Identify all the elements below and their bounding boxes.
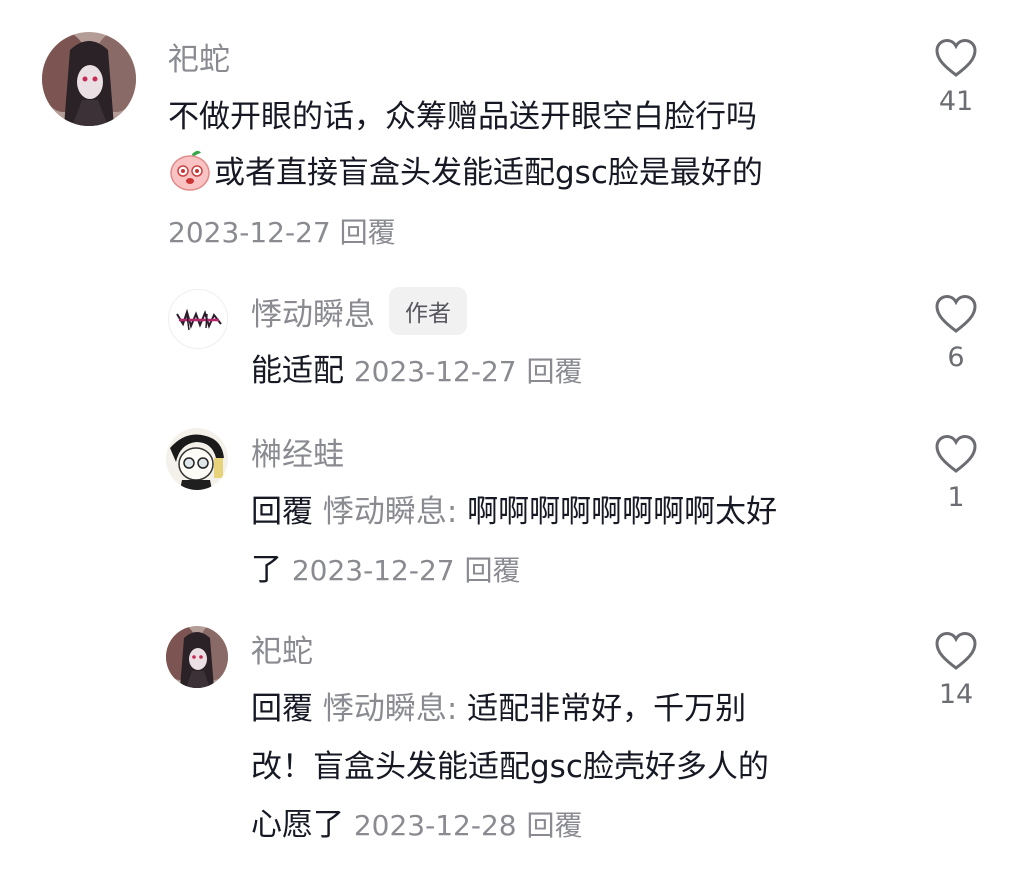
comment-text-line-wrap: 能适配 2023-12-27 回覆 — [251, 343, 582, 400]
comment-3-header: 榊经蛙 — [251, 428, 344, 474]
reply-prefix: 回覆 — [251, 691, 313, 727]
comment-meta: 2023-12-27 回覆 — [168, 205, 763, 261]
comment-text-line: 了 — [251, 552, 282, 588]
reply-button[interactable]: 回覆 — [526, 355, 582, 388]
comment-text-line: 啊啊啊啊啊啊啊啊太好 — [467, 494, 778, 530]
comment-4-header: 祀蛇 — [251, 625, 313, 671]
comment-date: 2023-12-28 — [353, 809, 517, 842]
reply-target-username[interactable]: 悸动瞬息: — [323, 691, 457, 727]
peach-face-emoji-icon — [168, 148, 212, 192]
comment-3-text: 回覆 悸动瞬息: 啊啊啊啊啊啊啊啊太好 了 2023-12-27 回覆 — [251, 483, 777, 600]
reply-button[interactable]: 回覆 — [340, 216, 396, 249]
like-button[interactable]: 14 — [916, 631, 996, 710]
comment-text-line-3-wrap: 心愿了 2023-12-28 回覆 — [251, 796, 769, 855]
comment-date: 2023-12-27 — [168, 216, 331, 249]
like-button[interactable]: 6 — [916, 294, 996, 373]
like-count: 14 — [938, 679, 974, 710]
heart-outline-icon — [935, 38, 977, 77]
comment-1-text: 不做开眼的话，众筹赠品送开眼空白脸行吗 或者直接盲盒头发能适配gsc脸是最好的 … — [168, 89, 763, 261]
like-button[interactable]: 1 — [916, 434, 996, 513]
reply-target-username[interactable]: 悸动瞬息: — [323, 494, 457, 530]
like-button[interactable]: 41 — [916, 38, 996, 117]
comment-4-text: 回覆 悸动瞬息: 适配非常好，千万别 改！盲盒头发能适配gsc脸壳好多人的 心愿… — [251, 680, 769, 855]
comment-text-line: 或者直接盲盒头发能适配gsc脸是最好的 — [214, 155, 763, 191]
username[interactable]: 悸动瞬息 — [251, 289, 375, 334]
comment-text-line: 适配非常好，千万别 — [467, 691, 747, 727]
comment-text: 能适配 — [251, 353, 344, 389]
like-count: 41 — [938, 86, 974, 117]
comment-text-line-2-wrap: 了 2023-12-27 回覆 — [251, 541, 777, 600]
username[interactable]: 祀蛇 — [251, 626, 313, 671]
comment-text-line-wrap: 回覆 悸动瞬息: 适配非常好，千万别 — [251, 680, 769, 738]
comment-1-header: 祀蛇 — [168, 34, 230, 78]
like-count: 6 — [947, 342, 965, 373]
author-badge: 作者 — [389, 287, 467, 335]
comment-2-header: 悸动瞬息 作者 — [251, 287, 467, 335]
avatar[interactable] — [168, 289, 228, 349]
username[interactable]: 祀蛇 — [168, 34, 230, 79]
comment-text-line: 心愿了 — [251, 807, 344, 843]
comment-2-text: 能适配 2023-12-27 回覆 — [251, 343, 582, 400]
comment-text-line: 改！盲盒头发能适配gsc脸壳好多人的 — [251, 749, 769, 785]
comment-text-line-2-wrap: 或者直接盲盒头发能适配gsc脸是最好的 — [168, 145, 763, 201]
reply-button[interactable]: 回覆 — [464, 554, 520, 587]
like-count: 1 — [947, 482, 965, 513]
reply-button[interactable]: 回覆 — [526, 809, 582, 842]
comment-date: 2023-12-27 — [353, 355, 517, 388]
reply-prefix: 回覆 — [251, 494, 313, 530]
heart-outline-icon — [935, 434, 977, 473]
comment-text-line: 不做开眼的话，众筹赠品送开眼空白脸行吗 — [168, 99, 757, 135]
avatar[interactable] — [42, 32, 136, 126]
avatar[interactable] — [166, 626, 228, 688]
heart-outline-icon — [935, 294, 977, 333]
username[interactable]: 榊经蛙 — [251, 429, 344, 474]
heart-outline-icon — [935, 631, 977, 670]
avatar[interactable] — [166, 428, 228, 490]
comment-date: 2023-12-27 — [291, 554, 455, 587]
comment-text-line-wrap: 回覆 悸动瞬息: 啊啊啊啊啊啊啊啊太好 — [251, 483, 777, 541]
